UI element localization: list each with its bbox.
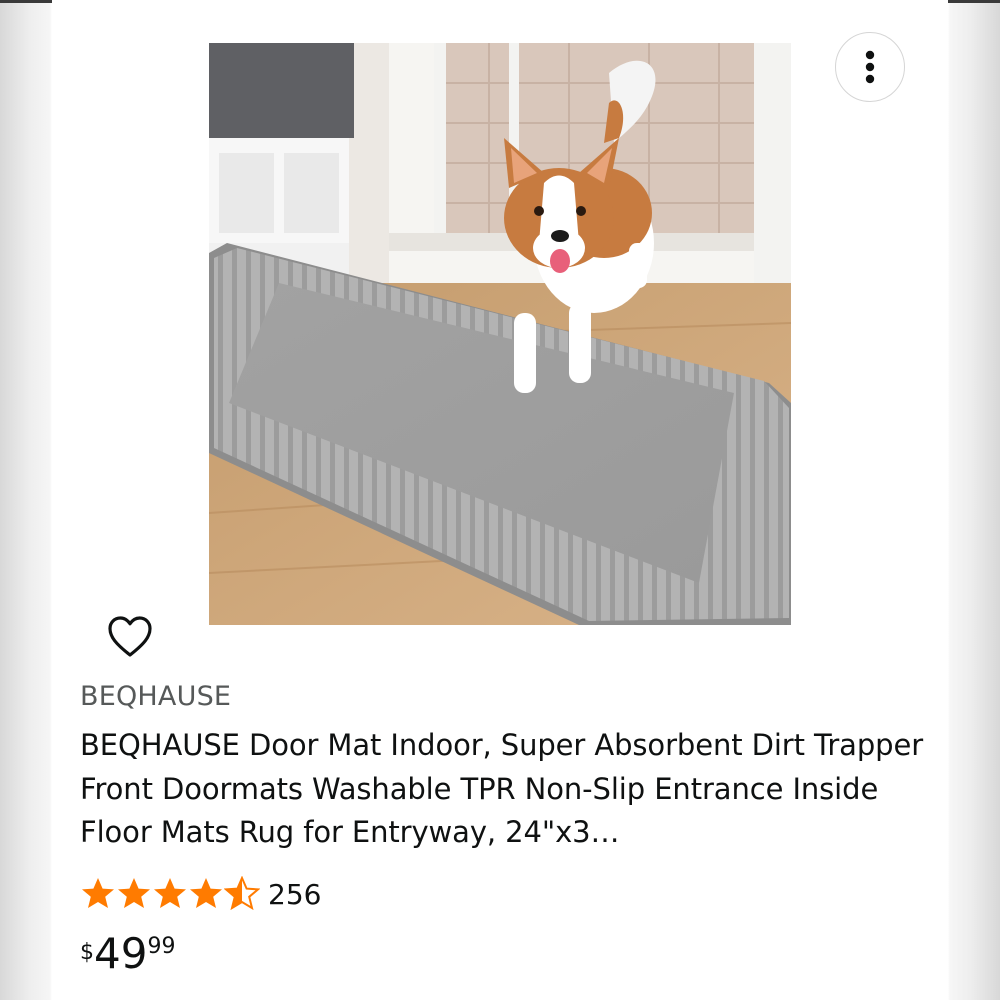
price-fraction: 99 xyxy=(147,934,176,959)
product-title[interactable]: BEQHAUSE Door Mat Indoor, Super Absorben… xyxy=(80,724,930,855)
price-whole: 49 xyxy=(94,929,148,978)
star-icon xyxy=(154,878,186,908)
star-icon xyxy=(82,878,114,908)
star-icon xyxy=(118,878,150,908)
star-rating xyxy=(80,876,260,912)
rating-row[interactable]: 256 xyxy=(80,872,321,916)
more-options-button[interactable] xyxy=(835,32,905,102)
heart-outline-icon xyxy=(108,616,152,657)
brand-name: BEQHAUSE xyxy=(80,681,232,712)
product-image[interactable] xyxy=(209,43,791,625)
star-half-icon xyxy=(224,876,260,911)
star-icon xyxy=(190,878,222,908)
review-count[interactable]: 256 xyxy=(268,878,321,911)
more-vertical-icon xyxy=(865,50,875,84)
wishlist-button[interactable] xyxy=(106,614,154,660)
price-symbol: $ xyxy=(80,940,94,965)
price: $ 49 99 xyxy=(80,928,175,980)
